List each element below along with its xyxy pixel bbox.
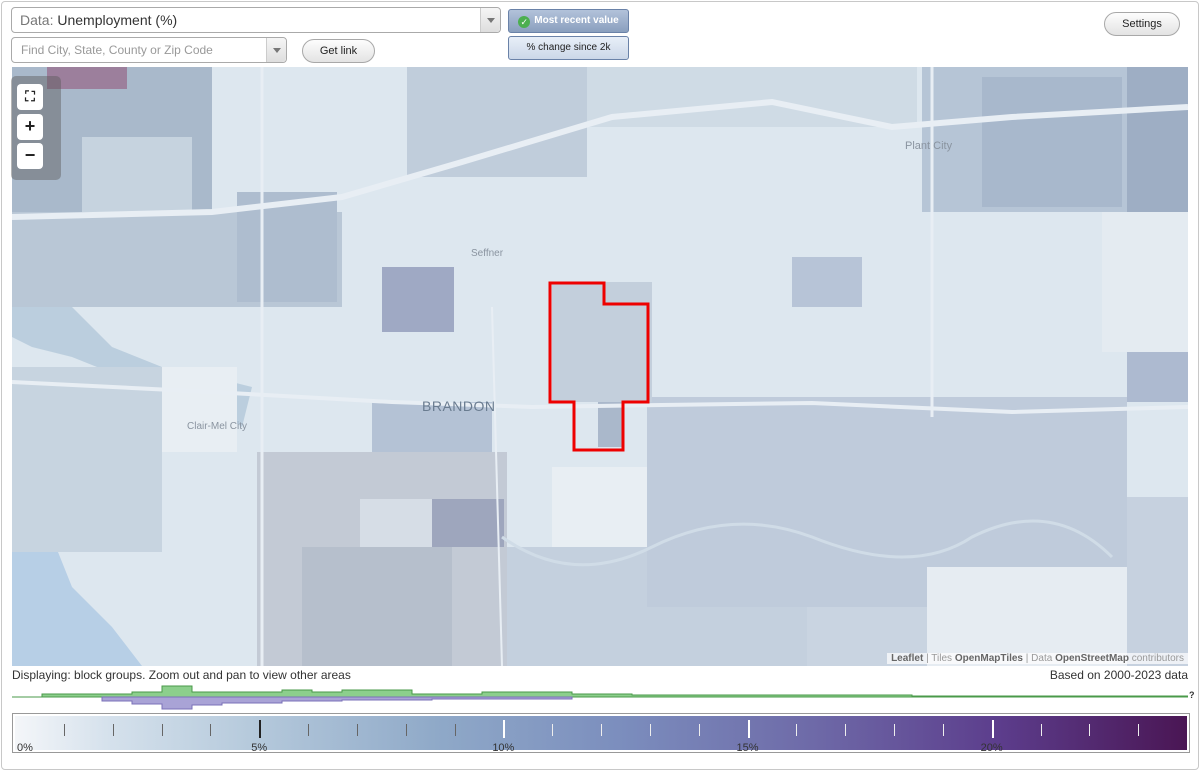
percent-change-toggle[interactable]: % change since 2k [508, 36, 629, 60]
block-group [407, 67, 587, 177]
location-search-box[interactable] [11, 37, 287, 63]
block-group [552, 467, 652, 547]
tiles-link[interactable]: OpenMapTiles [955, 653, 1023, 664]
block-group [1127, 497, 1188, 666]
legend-tick [552, 724, 554, 736]
most-recent-value-label: Most recent value [534, 15, 619, 26]
location-search-input[interactable] [12, 38, 266, 62]
map-layer [12, 67, 1188, 666]
display-level-note: Displaying: block groups. Zoom out and p… [12, 668, 351, 682]
block-group [1102, 212, 1188, 352]
choropleth-map[interactable]: Plant City Seffner BRANDON Clair-Mel Cit… [12, 67, 1188, 666]
legend-tick [698, 724, 700, 736]
place-label: Clair-Mel City [187, 421, 247, 432]
leaflet-link[interactable]: Leaflet [891, 653, 923, 664]
block-group [302, 547, 452, 666]
data-variable-value: Unemployment (%) [57, 12, 178, 28]
place-label: Seffner [471, 248, 504, 259]
legend-tick [845, 724, 847, 736]
legend-tick [63, 724, 65, 736]
data-years-note: Based on 2000-2023 data [1049, 668, 1188, 682]
osm-link[interactable]: OpenStreetMap [1055, 653, 1129, 664]
attrib-tiles-prefix: Tiles [931, 653, 953, 664]
block-group [360, 499, 432, 547]
legend-tick [649, 724, 651, 736]
block-group [982, 77, 1122, 207]
legend-tick [454, 724, 456, 736]
attrib-suffix: contributors [1131, 653, 1184, 664]
block-group [927, 567, 1127, 666]
block-group [598, 402, 624, 447]
block-group [12, 367, 162, 552]
block-group [1127, 352, 1188, 402]
histogram-series-a [12, 685, 1188, 698]
block-group [552, 282, 652, 402]
check-icon: ✓ [518, 16, 531, 28]
unknown-marker: ? [1189, 690, 1195, 700]
get-link-button[interactable]: Get link [302, 39, 375, 63]
most-recent-value-toggle[interactable]: ✓ Most recent value [508, 9, 629, 33]
block-group [432, 499, 504, 547]
zoom-in-button[interactable]: + [17, 114, 43, 140]
chevron-down-icon[interactable] [266, 38, 286, 62]
legend-tick [210, 724, 212, 736]
legend-major-tick [503, 720, 506, 738]
legend-major-tick [991, 720, 994, 738]
attrib-data-prefix: Data [1031, 653, 1053, 664]
settings-button[interactable]: Settings [1104, 12, 1180, 36]
legend-label: 5% [251, 742, 268, 754]
block-group [162, 367, 237, 452]
distribution-histogram [12, 685, 1188, 710]
legend-major-tick [259, 720, 262, 738]
legend-tick [894, 724, 895, 736]
data-prefix: Data: [20, 12, 54, 28]
fullscreen-icon[interactable]: ⛶ [17, 84, 43, 110]
legend-tick [942, 724, 944, 736]
block-group [587, 67, 917, 127]
data-variable-text: Data: Unemployment (%) [20, 12, 177, 28]
legend-tick [601, 724, 602, 736]
block-group [1127, 67, 1188, 212]
legend-label: 10% [492, 742, 515, 754]
data-variable-select[interactable]: Data: Unemployment (%) [11, 7, 501, 33]
histogram-series-b [101, 696, 573, 710]
block-group [382, 267, 454, 332]
legend-tick [308, 724, 309, 736]
legend-gradient: 0% 5% 10% 15% 20% [15, 716, 1187, 754]
legend-tick [1089, 724, 1091, 736]
legend-tick [1040, 724, 1042, 736]
legend-label: 0% [17, 742, 33, 754]
legend-tick [1138, 724, 1140, 736]
zoom-out-button[interactable]: − [17, 143, 43, 169]
legend-tick [161, 724, 163, 736]
legend-label: 15% [736, 742, 759, 754]
block-group [82, 137, 192, 212]
legend-tick [112, 724, 114, 736]
chevron-down-icon[interactable] [480, 8, 500, 32]
legend-major-tick [747, 720, 750, 738]
place-label: BRANDON [422, 398, 496, 414]
color-legend: 0% 5% 10% 15% 20% [12, 713, 1190, 754]
block-group [792, 257, 862, 307]
legend-tick [405, 724, 407, 736]
map-attribution: Leaflet | Tiles OpenMapTiles | Data Open… [887, 653, 1188, 664]
legend-tick [356, 724, 358, 736]
place-label: Plant City [905, 140, 953, 152]
legend-label: 20% [980, 742, 1003, 754]
legend-tick [796, 724, 798, 736]
